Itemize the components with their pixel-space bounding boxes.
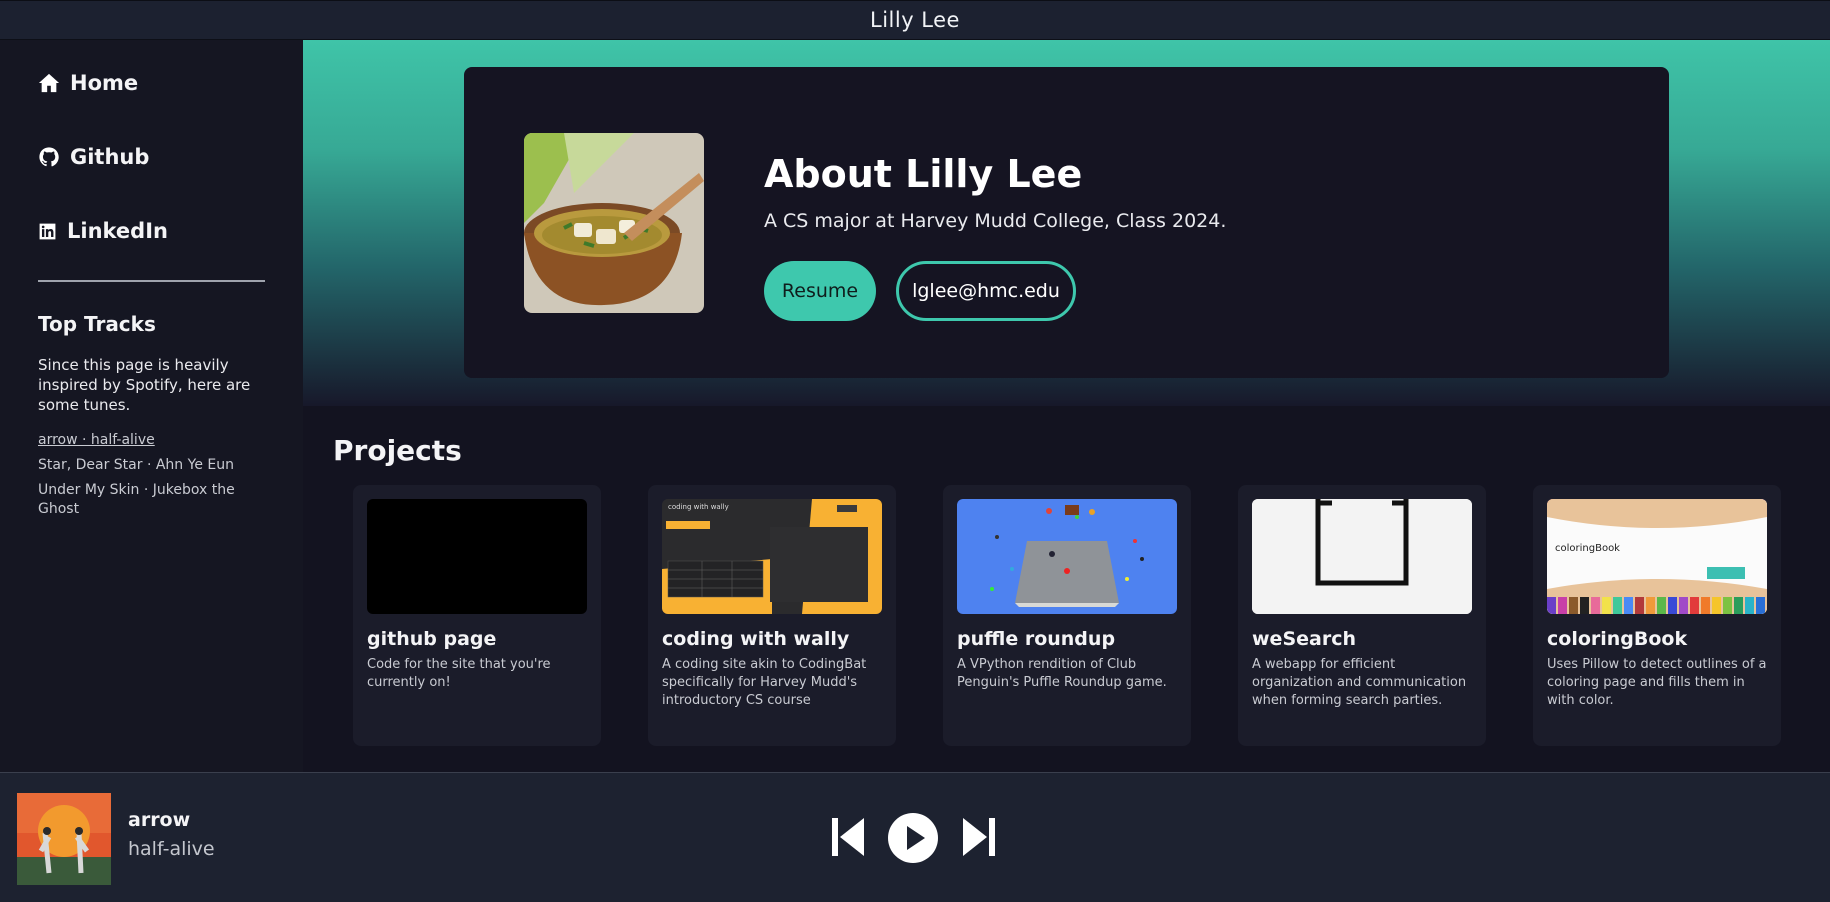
now-playing-title: arrow bbox=[128, 809, 191, 831]
pencil-decoration bbox=[1712, 597, 1721, 614]
nav-linkedin-label: LinkedIn bbox=[67, 219, 168, 243]
about-subtitle: A CS major at Harvey Mudd College, Class… bbox=[764, 210, 1227, 232]
project-thumbnail: coding with wally bbox=[662, 499, 882, 614]
project-description: Code for the site that you're currently … bbox=[367, 657, 551, 690]
project-description: A coding site akin to CodingBat specific… bbox=[662, 657, 867, 708]
pencil-decoration bbox=[1646, 597, 1655, 614]
pencil-decoration bbox=[1701, 597, 1710, 614]
pencil-decoration bbox=[1602, 597, 1611, 614]
profile-image bbox=[524, 133, 704, 313]
sidebar-divider bbox=[38, 280, 265, 282]
track-item[interactable]: Under My Skin · Jukebox the Ghost bbox=[38, 481, 258, 519]
nav-home-label: Home bbox=[70, 71, 139, 95]
pencil-decoration bbox=[1613, 597, 1622, 614]
nav-github-label: Github bbox=[70, 145, 150, 169]
window-title: Lilly Lee bbox=[870, 8, 960, 32]
resume-button[interactable]: Resume bbox=[764, 261, 876, 321]
pencil-decoration bbox=[1624, 597, 1633, 614]
linkedin-icon bbox=[39, 223, 56, 239]
play-icon[interactable] bbox=[888, 813, 938, 863]
thumbnail-caption: coding with wally bbox=[668, 503, 729, 511]
project-card[interactable]: coloringBook coloringBook Uses Pillow to… bbox=[1533, 485, 1781, 746]
project-thumbnail bbox=[1252, 499, 1472, 614]
main-content: About Lilly Lee A CS major at Harvey Mud… bbox=[303, 40, 1830, 772]
sidebar: Home Github LinkedIn Top Tracks Since th… bbox=[0, 40, 303, 772]
track-link[interactable]: arrow · half-alive bbox=[38, 431, 258, 450]
pencil-decoration bbox=[1745, 597, 1754, 614]
nav-github[interactable]: Github bbox=[38, 145, 149, 169]
pencil-decoration bbox=[1569, 597, 1578, 614]
project-name: coloringBook bbox=[1547, 628, 1688, 650]
pencil-decoration bbox=[1580, 597, 1589, 614]
hero-banner: About Lilly Lee A CS major at Harvey Mud… bbox=[303, 40, 1830, 406]
pencil-decoration bbox=[1558, 597, 1567, 614]
project-card[interactable]: weSearch A webapp for efficient organiza… bbox=[1238, 485, 1486, 746]
skip-back-icon[interactable] bbox=[830, 816, 866, 858]
project-thumbnail bbox=[957, 499, 1177, 614]
pencil-decoration bbox=[1547, 597, 1556, 614]
nav-linkedin[interactable]: LinkedIn bbox=[38, 219, 168, 243]
home-icon bbox=[38, 73, 60, 93]
project-card[interactable]: coding with wally coding with wally A co… bbox=[648, 485, 896, 746]
pencil-decoration bbox=[1756, 597, 1765, 614]
now-playing-artist: half-alive bbox=[128, 838, 215, 860]
pencil-decoration bbox=[1668, 597, 1677, 614]
pencil-decoration bbox=[1591, 597, 1600, 614]
top-tracks-description: Since this page is heavily inspired by S… bbox=[38, 356, 251, 414]
github-icon bbox=[39, 147, 59, 167]
project-name: coding with wally bbox=[662, 628, 850, 650]
pencil-decoration bbox=[1690, 597, 1699, 614]
pencil-decoration bbox=[1679, 597, 1688, 614]
project-card[interactable]: puffle roundup A VPython rendition of Cl… bbox=[943, 485, 1191, 746]
album-art bbox=[17, 793, 111, 885]
project-thumbnail bbox=[367, 499, 587, 614]
project-description: A VPython rendition of Club Penguin's Pu… bbox=[957, 657, 1167, 690]
pencil-decoration bbox=[1657, 597, 1666, 614]
nav-home[interactable]: Home bbox=[38, 71, 138, 95]
skip-forward-icon[interactable] bbox=[961, 816, 997, 858]
email-button[interactable]: lglee@hmc.edu bbox=[896, 261, 1076, 321]
project-name: puffle roundup bbox=[957, 628, 1116, 650]
music-player: arrow half-alive bbox=[0, 772, 1830, 902]
projects-title: Projects bbox=[333, 434, 462, 467]
about-title: About Lilly Lee bbox=[764, 152, 1083, 196]
project-card[interactable]: github page Code for the site that you'r… bbox=[353, 485, 601, 746]
about-card: About Lilly Lee A CS major at Harvey Mud… bbox=[464, 67, 1669, 378]
project-description: A webapp for efficient organization and … bbox=[1252, 657, 1467, 708]
project-name: weSearch bbox=[1252, 628, 1356, 650]
thumbnail-caption: coloringBook bbox=[1555, 543, 1620, 554]
pencil-decoration bbox=[1723, 597, 1732, 614]
pencil-decoration bbox=[1635, 597, 1644, 614]
pencil-decoration bbox=[1734, 597, 1743, 614]
project-name: github page bbox=[367, 628, 497, 650]
title-bar: Lilly Lee bbox=[0, 0, 1830, 40]
project-thumbnail: coloringBook bbox=[1547, 499, 1767, 614]
project-description: Uses Pillow to detect outlines of a colo… bbox=[1547, 657, 1767, 708]
top-tracks-title: Top Tracks bbox=[38, 312, 156, 336]
track-item[interactable]: Star, Dear Star · Ahn Ye Eun bbox=[38, 456, 258, 475]
